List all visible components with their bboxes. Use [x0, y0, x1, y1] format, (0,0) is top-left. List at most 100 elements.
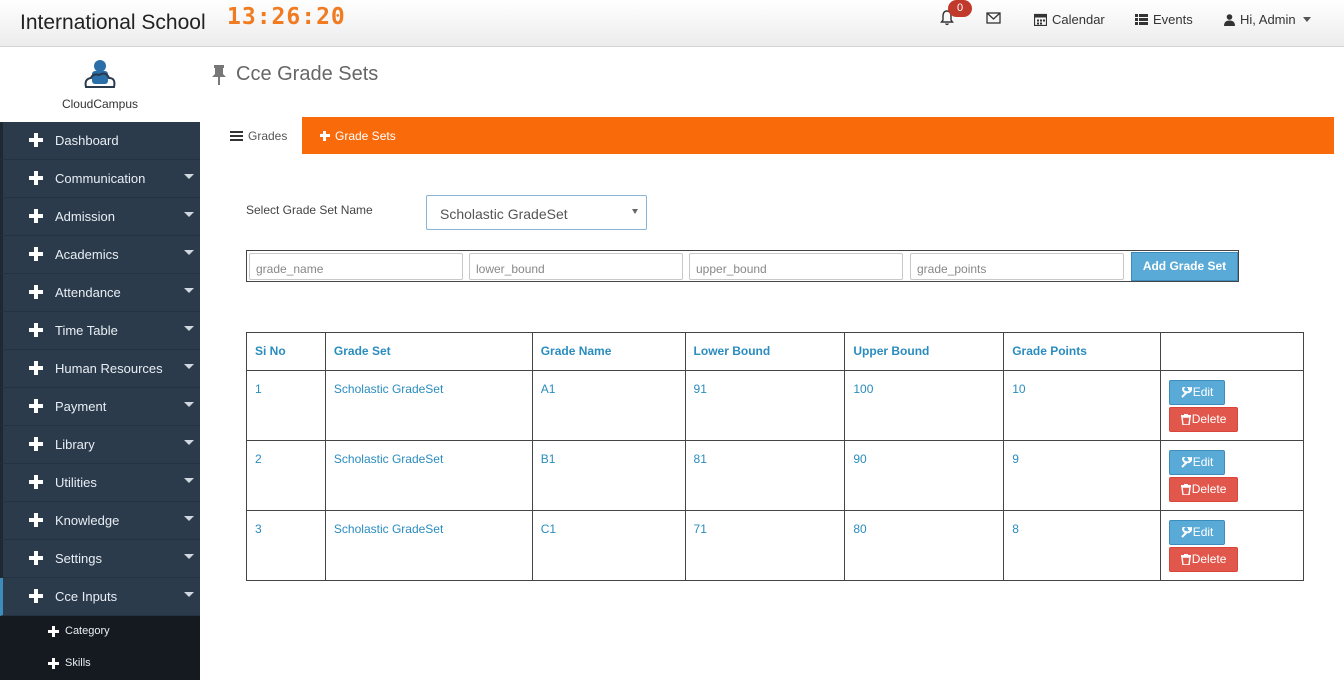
tab-grade-sets-label: Grade Sets	[335, 128, 396, 143]
envelope-icon	[986, 12, 1001, 24]
plus-icon	[320, 130, 330, 141]
column-header	[1160, 332, 1304, 371]
plus-icon	[29, 209, 43, 223]
sidebar-item-library[interactable]: Library	[0, 426, 200, 464]
edit-button[interactable]: Edit	[1169, 450, 1226, 475]
add-grade-set-button[interactable]: Add Grade Set	[1131, 252, 1238, 281]
lower-bound-input[interactable]: lower_bound	[469, 253, 683, 280]
sidebar-item-payment[interactable]: Payment	[0, 388, 200, 426]
sidebar-subitem-skills[interactable]: Skills	[0, 648, 200, 680]
plus-icon	[48, 626, 59, 637]
actions-cell: Edit Delete	[1160, 440, 1304, 511]
grade-points-input[interactable]: grade_points	[910, 253, 1124, 280]
sidebar-item-knowledge[interactable]: Knowledge	[0, 502, 200, 540]
caret-down-icon	[184, 516, 194, 521]
sidebar-item-communication[interactable]: Communication	[0, 160, 200, 198]
plus-icon	[29, 285, 43, 299]
column-header: Grade Set	[324, 332, 533, 371]
events-button[interactable]: Events	[1135, 12, 1193, 27]
table-cell: 10	[1003, 370, 1162, 441]
tab-bar: Grades Grade Sets	[217, 117, 1334, 154]
sidebar-item-human-resources[interactable]: Human Resources	[0, 350, 200, 388]
table-cell: Scholastic GradeSet	[324, 440, 533, 511]
grade-name-input[interactable]: grade_name	[249, 253, 463, 280]
sidebar-subitem-label: Skills	[65, 657, 91, 669]
sidebar: Dashboard Communication Admission Academ…	[0, 122, 200, 680]
grade-set-select-value: Scholastic GradeSet	[440, 206, 568, 222]
sidebar-item-admission[interactable]: Admission	[0, 198, 200, 236]
sidebar-item-label: Time Table	[55, 323, 118, 338]
table-cell: 90	[844, 440, 1005, 511]
table-cell: 91	[684, 370, 846, 441]
tab-grade-sets[interactable]: Grade Sets	[320, 117, 396, 154]
sidebar-item-attendance[interactable]: Attendance	[0, 274, 200, 312]
caret-down-icon	[184, 212, 194, 217]
page-title-area: Cce Grade Sets	[210, 63, 378, 86]
delete-button[interactable]: Delete	[1169, 547, 1239, 572]
upper-bound-input[interactable]: upper_bound	[689, 253, 903, 280]
messages-button[interactable]	[986, 12, 1001, 24]
plus-icon	[29, 551, 43, 565]
edit-button[interactable]: Edit	[1169, 380, 1226, 405]
caret-down-icon	[184, 250, 194, 255]
trash-icon	[1180, 414, 1191, 426]
table-cell: 71	[684, 510, 846, 581]
wrench-icon	[1180, 387, 1192, 399]
delete-label: Delete	[1191, 482, 1227, 496]
table-cell: 80	[844, 510, 1005, 581]
caret-down-icon	[184, 364, 194, 369]
sidebar-item-label: Academics	[55, 247, 119, 262]
plus-icon	[29, 171, 43, 185]
table-cell: 2	[246, 440, 326, 511]
caret-down-icon	[184, 478, 194, 483]
table-row: 3 Scholastic GradeSet C1 71 80 8 Edit De…	[246, 510, 1304, 581]
plus-icon	[29, 399, 43, 413]
caret-down-icon	[184, 440, 194, 445]
sidebar-item-label: Utilities	[55, 475, 97, 490]
plus-icon	[48, 658, 59, 669]
table-cell: C1	[531, 510, 686, 581]
plus-icon	[29, 133, 43, 147]
delete-button[interactable]: Delete	[1169, 407, 1239, 432]
delete-label: Delete	[1191, 552, 1227, 566]
sidebar-item-cce-inputs[interactable]: Cce Inputs	[0, 578, 200, 616]
table-cell: Scholastic GradeSet	[324, 370, 533, 441]
sidebar-item-dashboard[interactable]: Dashboard	[0, 122, 200, 160]
grade-set-select[interactable]: Scholastic GradeSet	[426, 195, 647, 230]
column-header: Upper Bound	[844, 332, 1005, 371]
delete-label: Delete	[1191, 412, 1227, 426]
column-header: Grade Points	[1003, 332, 1162, 371]
plus-icon	[29, 475, 43, 489]
sidebar-item-label: Admission	[55, 209, 115, 224]
sidebar-item-utilities[interactable]: Utilities	[0, 464, 200, 502]
sidebar-item-label: Attendance	[55, 285, 121, 300]
sidebar-item-time-table[interactable]: Time Table	[0, 312, 200, 350]
delete-button[interactable]: Delete	[1169, 477, 1239, 502]
list-icon	[230, 130, 243, 141]
tab-grades[interactable]: Grades	[217, 117, 302, 154]
edit-label: Edit	[1192, 525, 1214, 539]
sidebar-item-settings[interactable]: Settings	[0, 540, 200, 578]
school-name[interactable]: International School	[20, 11, 206, 35]
edit-button[interactable]: Edit	[1169, 520, 1226, 545]
user-label: Hi, Admin	[1240, 12, 1296, 27]
user-menu-button[interactable]: Hi, Admin	[1224, 12, 1311, 27]
trash-icon	[1180, 554, 1191, 566]
calendar-icon	[1034, 13, 1047, 26]
calendar-button[interactable]: Calendar	[1034, 12, 1105, 27]
notification-count-badge: 0	[948, 0, 972, 17]
caret-down-icon	[184, 288, 194, 293]
top-navbar: International School 13:26:20 0 Calendar…	[0, 0, 1344, 47]
table-cell: 81	[684, 440, 846, 511]
sidebar-subitem-category[interactable]: Category	[0, 616, 200, 648]
edit-label: Edit	[1192, 455, 1214, 469]
list-icon	[1135, 14, 1148, 25]
events-label: Events	[1153, 12, 1193, 27]
logo-area[interactable]: CloudCampus	[0, 47, 200, 122]
table-cell: 3	[246, 510, 326, 581]
sidebar-item-label: Communication	[55, 171, 146, 186]
sidebar-item-academics[interactable]: Academics	[0, 236, 200, 274]
actions-cell: Edit Delete	[1160, 370, 1304, 441]
caret-down-icon	[184, 592, 194, 597]
table-row: 1 Scholastic GradeSet A1 91 100 10 Edit …	[246, 370, 1304, 441]
